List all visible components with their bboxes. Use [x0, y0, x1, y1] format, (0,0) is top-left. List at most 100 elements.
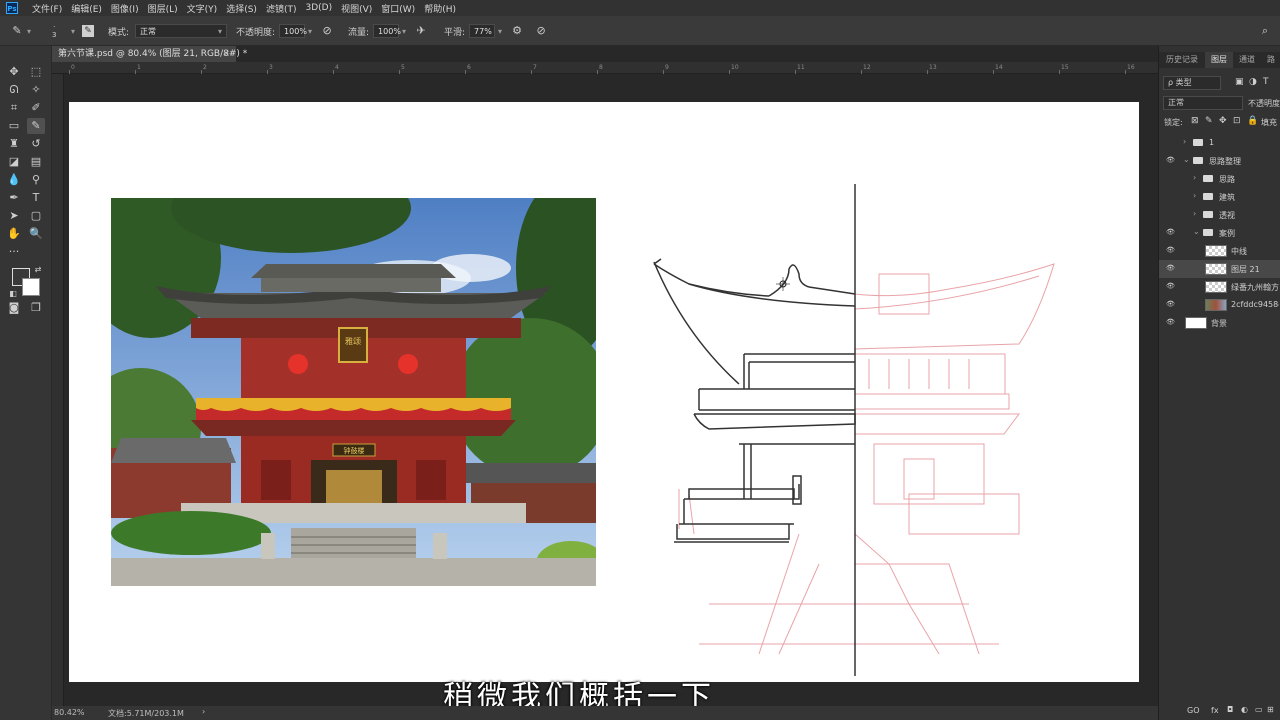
document-info[interactable]: 文档:5.71M/203.1M — [108, 708, 184, 719]
chevron-right-icon[interactable]: › — [1183, 137, 1186, 146]
menu-item-2[interactable]: 图像(I) — [111, 2, 139, 15]
chevron-down-icon[interactable]: ▾ — [402, 27, 406, 36]
visibility-eye-icon[interactable]: 👁 — [1166, 300, 1175, 308]
gear-icon[interactable]: ⚙ — [510, 24, 524, 38]
tab-history[interactable]: 历史记录 — [1159, 52, 1205, 68]
hand-tool-icon[interactable]: ✋ — [5, 226, 23, 242]
chevron-right-icon[interactable]: › — [1193, 173, 1196, 182]
filter-pixel-icon[interactable]: ▣ — [1235, 77, 1244, 87]
pressure-size-icon[interactable]: ⊘ — [534, 24, 548, 38]
pressure-opacity-icon[interactable]: ⊘ — [320, 24, 334, 38]
dodge-tool-icon[interactable]: ⚲ — [27, 172, 45, 188]
blend-mode-select[interactable]: 正常 — [1163, 96, 1243, 110]
layer-row[interactable]: 👁 中线 — [1159, 242, 1280, 260]
menu-item-3[interactable]: 图层(L) — [148, 2, 178, 15]
visibility-eye-icon[interactable]: 👁 — [1166, 156, 1175, 164]
brush-tool-icon[interactable]: ✎ — [27, 118, 45, 134]
screen-mode-icon[interactable]: ❐ — [27, 300, 45, 316]
brush-settings-toggle[interactable]: ▾ — [68, 16, 75, 46]
airbrush-icon[interactable]: ✈ — [414, 24, 428, 38]
chevron-down-icon[interactable]: ▾ — [498, 27, 502, 36]
filter-type-icon[interactable]: T — [1263, 77, 1269, 87]
frame-tool-icon[interactable]: ▭ — [5, 118, 23, 134]
layer-row[interactable]: 👁 背景 — [1159, 314, 1280, 332]
swap-colors-icon[interactable]: ⇄ — [29, 262, 47, 278]
crop-tool-icon[interactable]: ⌗ — [5, 100, 23, 116]
chevron-right-icon[interactable]: › — [1193, 209, 1196, 218]
chevron-down-icon[interactable]: ▾ — [308, 27, 312, 36]
zoom-tool-icon[interactable]: 🔍 — [27, 226, 45, 242]
document-tab[interactable]: 第六节课.psd @ 80.4% (图层 21, RGB/8#) * × — [52, 46, 247, 62]
lock-all-icon[interactable]: 🔒 — [1247, 116, 1258, 126]
status-menu-arrow[interactable]: › — [202, 707, 205, 716]
chevron-right-icon[interactable]: › — [1193, 191, 1196, 200]
vertical-ruler[interactable] — [52, 74, 64, 706]
add-mask-icon[interactable]: ◘ — [1227, 705, 1233, 714]
lasso-tool-icon[interactable]: ᘏ — [5, 82, 23, 98]
eyedropper-tool-icon[interactable]: ✐ — [27, 100, 45, 116]
layer-row[interactable]: 👁 ⌄ 案例 — [1159, 224, 1280, 242]
visibility-eye-icon[interactable]: 👁 — [1166, 264, 1175, 272]
lock-image-icon[interactable]: ✎ — [1205, 116, 1213, 126]
shape-tool-icon[interactable]: ▢ — [27, 208, 45, 224]
path-selection-tool-icon[interactable]: ➤ — [5, 208, 23, 224]
tab-channels[interactable]: 通道 — [1233, 52, 1261, 68]
canvas-workspace[interactable]: 雅颂 钟鼓楼 — [64, 74, 1158, 706]
more-tools-icon[interactable]: ··· — [5, 244, 23, 260]
quick-mask-icon[interactable]: ◙ — [5, 300, 23, 316]
tab-layers[interactable]: 图层 — [1205, 52, 1233, 68]
layer-row[interactable]: 👁 绿番九州翰方 — [1159, 278, 1280, 296]
chevron-down-icon[interactable]: ⌄ — [1183, 155, 1190, 164]
move-tool-icon[interactable]: ✥ — [5, 64, 23, 80]
brush-preset-picker[interactable]: ✎ ▾ — [10, 16, 31, 46]
menu-item-4[interactable]: 文字(Y) — [187, 2, 218, 15]
stamp-tool-icon[interactable]: ♜ — [5, 136, 23, 152]
blur-tool-icon[interactable]: 💧 — [5, 172, 23, 188]
adjustment-layer-icon[interactable]: ◐ — [1241, 705, 1248, 714]
menu-item-8[interactable]: 视图(V) — [341, 2, 372, 15]
lock-position-icon[interactable]: ✥ — [1219, 116, 1227, 126]
menu-item-1[interactable]: 编辑(E) — [71, 2, 102, 15]
close-icon[interactable]: × — [222, 46, 230, 62]
layer-row[interactable]: 👁 2cfddc9458d — [1159, 296, 1280, 314]
mode-select[interactable]: 正常 ▾ — [135, 24, 228, 38]
filter-adjust-icon[interactable]: ◑ — [1249, 77, 1257, 87]
type-tool-icon[interactable]: T — [27, 190, 45, 206]
history-brush-tool-icon[interactable]: ↺ — [27, 136, 45, 152]
layer-row[interactable]: › 透视 — [1159, 206, 1280, 224]
background-color-swatch[interactable] — [22, 278, 40, 296]
layer-row[interactable]: › 1 — [1159, 134, 1280, 152]
layer-row[interactable]: › 建筑 — [1159, 188, 1280, 206]
search-button[interactable]: ⌕ — [1258, 16, 1272, 46]
menu-item-0[interactable]: 文件(F) — [32, 2, 62, 15]
zoom-readout[interactable]: 80.42% — [54, 708, 85, 717]
layer-row[interactable]: 👁 图层 21 — [1159, 260, 1280, 278]
opacity-input[interactable]: 100% — [279, 24, 307, 38]
layer-row[interactable]: › 思路 — [1159, 170, 1280, 188]
visibility-eye-icon[interactable]: 👁 — [1166, 246, 1175, 254]
new-layer-icon[interactable]: ⊞ — [1267, 705, 1274, 714]
link-layers-icon[interactable]: GO — [1187, 706, 1200, 715]
gradient-tool-icon[interactable]: ▤ — [27, 154, 45, 170]
menu-item-6[interactable]: 滤镜(T) — [266, 2, 297, 15]
marquee-tool-icon[interactable]: ⬚ — [27, 64, 45, 80]
flow-input[interactable]: 100% — [373, 24, 401, 38]
smooth-input[interactable]: 77% — [469, 24, 496, 38]
brush-panel-button[interactable]: ✎ — [82, 16, 94, 46]
eraser-tool-icon[interactable]: ◪ — [5, 154, 23, 170]
menu-item-5[interactable]: 选择(S) — [226, 2, 257, 15]
brush-size-indicator[interactable]: · 3 — [52, 16, 56, 46]
menu-item-7[interactable]: 3D(D) — [305, 3, 332, 13]
visibility-eye-icon[interactable]: 👁 — [1166, 318, 1175, 326]
menu-item-9[interactable]: 窗口(W) — [381, 2, 415, 15]
visibility-eye-icon[interactable]: 👁 — [1166, 228, 1175, 236]
layer-row[interactable]: 👁 ⌄ 思路整理 — [1159, 152, 1280, 170]
artboard[interactable]: 雅颂 钟鼓楼 — [69, 102, 1139, 682]
magic-wand-tool-icon[interactable]: ✧ — [27, 82, 45, 98]
tab-paths[interactable]: 路 — [1261, 52, 1280, 68]
pen-tool-icon[interactable]: ✒ — [5, 190, 23, 206]
horizontal-ruler[interactable]: 0 1 2 3 4 5 6 7 8 9 10 11 12 13 14 15 16 — [52, 62, 1158, 74]
lock-artboard-icon[interactable]: ⊡ — [1233, 116, 1241, 126]
fx-icon[interactable]: fx — [1211, 706, 1219, 715]
visibility-eye-icon[interactable]: 👁 — [1166, 282, 1175, 290]
